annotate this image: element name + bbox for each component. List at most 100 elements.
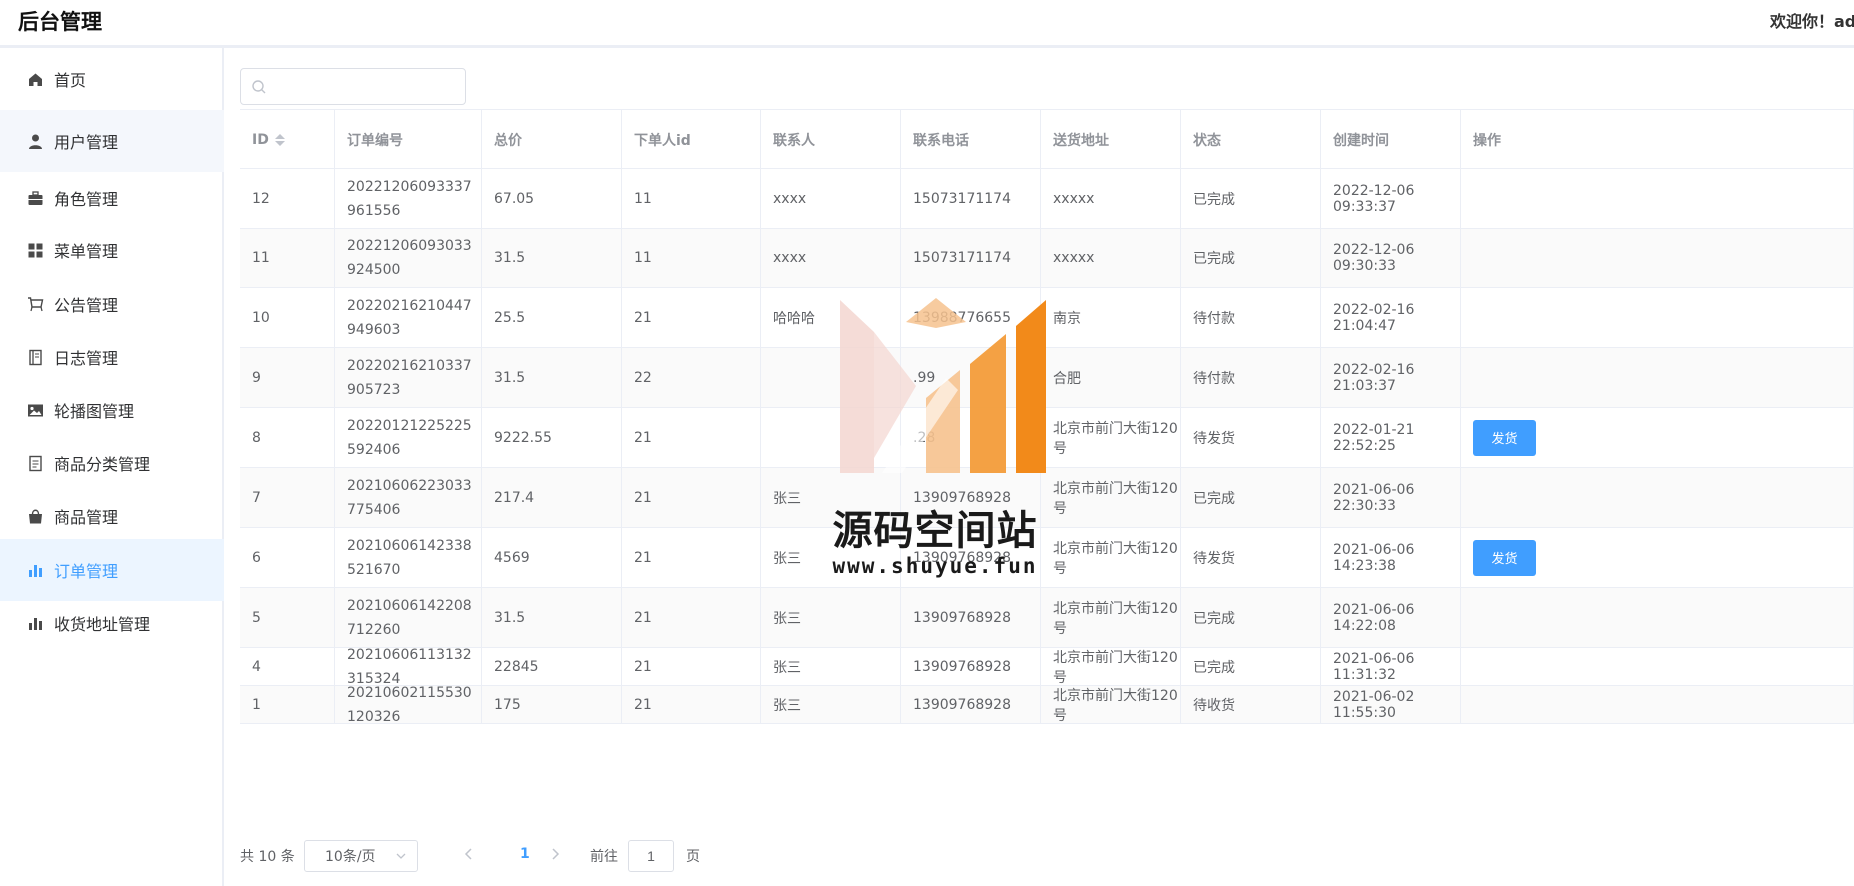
- page-number-current[interactable]: 1: [520, 846, 530, 862]
- sidebar-item-label: 角色管理: [54, 190, 119, 209]
- cell-created: 2021-06-06 14:22:08: [1321, 588, 1461, 647]
- column-header-label: 送货地址: [1053, 132, 1109, 149]
- cell-action: [1461, 169, 1854, 228]
- cell-user-id: 11: [622, 169, 761, 228]
- cell-order-no: 20221206093337961556: [335, 169, 482, 228]
- cell-phone: 15073171174: [901, 229, 1041, 287]
- sidebar-item-label: 商品分类管理: [54, 455, 151, 474]
- column-header-order-no: 订单编号: [335, 110, 482, 169]
- cell-contact: xxxx: [761, 169, 901, 228]
- prev-page-icon[interactable]: [462, 847, 476, 861]
- sidebar-item-4[interactable]: 菜单管理: [0, 219, 224, 281]
- cell-address: 北京市前门大街120号: [1041, 468, 1181, 527]
- cell-user-id: 21: [622, 408, 761, 467]
- cell-order-no: 20220121225225592406: [335, 408, 482, 467]
- cell-address: 北京市前门大街120号: [1041, 588, 1181, 647]
- column-header-created: 创建时间: [1321, 110, 1461, 169]
- column-header-label: ID: [252, 131, 269, 148]
- chevron-down-icon: [396, 853, 406, 859]
- cell-user-id: 21: [622, 648, 761, 685]
- ship-button[interactable]: 发货: [1473, 419, 1536, 456]
- cell-phone: .28: [901, 408, 1041, 467]
- cell-contact: 张三: [761, 468, 901, 527]
- cell-user-id: 21: [622, 686, 761, 723]
- search-input[interactable]: [273, 73, 458, 100]
- sidebar-item-1[interactable]: 首页: [0, 48, 224, 110]
- cell-total: 4569: [482, 528, 622, 587]
- cell-phone: 13909768928: [901, 468, 1041, 527]
- page-size-value: 10条/页: [325, 849, 376, 865]
- table-row: 8 20220121225225592406 9222.55 21 .28 北京市前门大街…: [240, 408, 1854, 468]
- cell-total: 9222.55: [482, 408, 622, 467]
- cell-action: [1461, 348, 1854, 407]
- cell-status: 已完成: [1181, 468, 1321, 527]
- column-header-label: 创建时间: [1333, 132, 1389, 149]
- column-header-label: 下单人id: [634, 132, 691, 149]
- cell-total: 25.5: [482, 288, 622, 347]
- column-header-label: 联系人: [773, 132, 815, 149]
- cell-created: 2022-02-16 21:04:47: [1321, 288, 1461, 347]
- cell-id: 5: [240, 588, 335, 647]
- table-row: 10 20220216210447949603 25.5 21 哈哈哈 139887766…: [240, 288, 1854, 348]
- cell-id: 11: [240, 229, 335, 287]
- search-icon: [252, 80, 266, 94]
- search-box[interactable]: [240, 68, 466, 105]
- cell-user-id: 21: [622, 588, 761, 647]
- cell-user-id: 21: [622, 468, 761, 527]
- sidebar-item-label: 轮播图管理: [54, 402, 135, 421]
- cell-phone: 15073171174: [901, 169, 1041, 228]
- cell-id: 4: [240, 648, 335, 685]
- cell-contact: 张三: [761, 686, 901, 723]
- bag-icon: [26, 507, 44, 525]
- cell-id: 8: [240, 408, 335, 467]
- table-body: 12 20221206093337961556 67.05 11 xxxx 1507317…: [240, 169, 1854, 725]
- next-page-icon[interactable]: [548, 847, 562, 861]
- cell-created: 2022-01-21 22:52:25: [1321, 408, 1461, 467]
- cell-user-id: 21: [622, 528, 761, 587]
- cell-id: 6: [240, 528, 335, 587]
- cell-address: 南京: [1041, 288, 1181, 347]
- table-row: 7 20210606223033775406 217.4 21 张三 1390976892…: [240, 468, 1854, 528]
- cell-phone: .99: [901, 348, 1041, 407]
- cell-action: [1461, 588, 1854, 647]
- column-header-label: 总价: [494, 132, 522, 149]
- grid-icon: [26, 241, 44, 259]
- column-header-contact: 联系人: [761, 110, 901, 169]
- sidebar-item-label: 首页: [54, 71, 87, 90]
- main-content: ID 订单编号 总价 下单人id 联系人 联系电话 送货地址 状态 创建时间 操作 12 20221…: [226, 51, 1854, 886]
- cell-id: 9: [240, 348, 335, 407]
- top-header: 后台管理 欢迎你！admin: [0, 0, 1854, 48]
- column-header-id[interactable]: ID: [240, 110, 335, 169]
- cell-id: 7: [240, 468, 335, 527]
- cell-contact: 张三: [761, 648, 901, 685]
- sidebar-item-label: 日志管理: [54, 349, 119, 368]
- cell-user-id: 21: [622, 288, 761, 347]
- sidebar-item-11[interactable]: 收货地址管理: [0, 592, 224, 654]
- cell-address: xxxxx: [1041, 169, 1181, 228]
- cell-phone: 13909768928: [901, 686, 1041, 723]
- home-icon: [26, 70, 44, 88]
- cell-order-no: 20221206093033924500: [335, 229, 482, 287]
- goto-page-input[interactable]: [628, 840, 674, 872]
- sidebar-item-2[interactable]: 用户管理: [0, 110, 224, 172]
- cell-address: 北京市前门大街120号: [1041, 648, 1181, 686]
- table-row: 1 20210602115530120326 175 21 张三 13909768928 北…: [240, 685, 1854, 725]
- ship-button[interactable]: 发货: [1473, 539, 1536, 576]
- pagination-total: 共 10 条: [240, 849, 295, 865]
- sidebar-item-label: 菜单管理: [54, 242, 119, 261]
- sidebar-item-9[interactable]: 商品管理: [0, 485, 224, 547]
- cell-order-no: 20220216210447949603: [335, 288, 482, 347]
- cell-phone: 13909768928: [901, 588, 1041, 647]
- document-icon: [26, 454, 44, 472]
- cell-total: 31.5: [482, 588, 622, 647]
- cell-order-no: 20220216210337905723: [335, 348, 482, 407]
- cell-phone: 13988776655: [901, 288, 1041, 347]
- sort-caret-icon[interactable]: [274, 133, 285, 146]
- cell-order-no: 20210606142338521670: [335, 528, 482, 587]
- cell-action: 发货: [1461, 528, 1854, 587]
- goto-suffix: 页: [686, 849, 700, 865]
- cell-total: 31.5: [482, 348, 622, 407]
- cell-action: [1461, 648, 1854, 685]
- page-size-select[interactable]: 10条/页: [304, 840, 418, 872]
- column-header-label: 订单编号: [347, 132, 403, 149]
